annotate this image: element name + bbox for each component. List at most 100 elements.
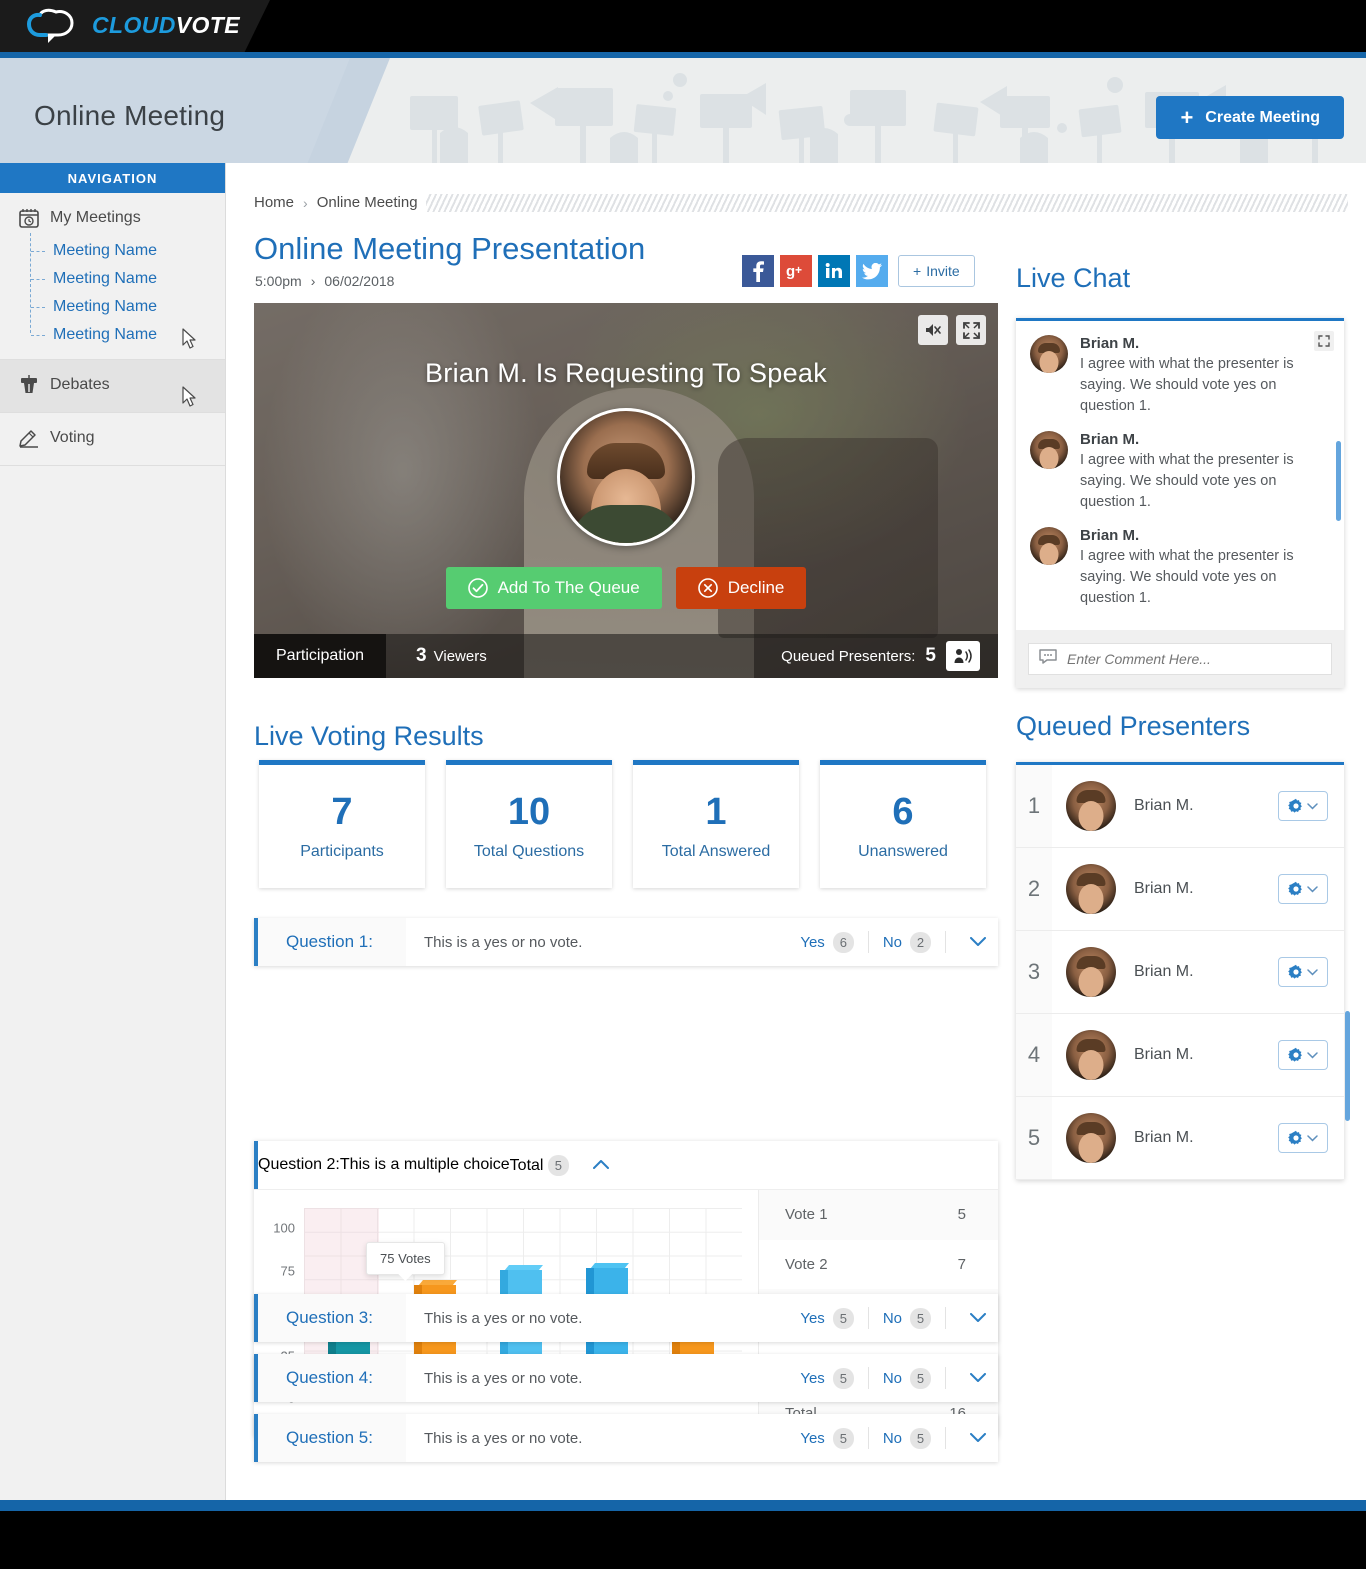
chart-tooltip-label: 75 Votes: [380, 1251, 431, 1266]
yes-label: Yes: [800, 1369, 825, 1387]
chat-message-list[interactable]: Brian M. I agree with what the presenter…: [1016, 321, 1344, 633]
avatar-face: [1039, 447, 1059, 470]
chevron-down-icon[interactable]: [958, 1313, 998, 1323]
meeting-date: 06/02/2018: [324, 273, 395, 289]
chat-message-body: Brian M. I agree with what the presenter…: [1080, 335, 1305, 417]
body-area: NAVIGATION My Meetings Meeting Name Meet…: [0, 163, 1366, 1500]
tree-dash-icon: [31, 278, 45, 280]
chat-author: Brian M.: [1080, 335, 1140, 352]
list-item[interactable]: 3 Brian M.: [1016, 931, 1344, 1014]
sidebar-header: NAVIGATION: [0, 163, 225, 193]
queue-position: 3: [1016, 931, 1052, 1013]
chart-tooltip: 75 Votes: [366, 1242, 445, 1281]
topbar-fill: [315, 0, 1366, 52]
chat-body: I agree with what the presenter is sayin…: [1080, 548, 1294, 607]
avatar: [1030, 335, 1068, 373]
brand-logo[interactable]: CLOUDVOTE: [26, 5, 240, 45]
question-counts: Yes 6 No 2: [800, 931, 958, 953]
sidebar-item-my-meetings[interactable]: My Meetings: [0, 201, 225, 235]
calendar-clock-icon: [18, 207, 40, 229]
breadcrumb-home[interactable]: Home: [254, 194, 294, 211]
footer-blue-bar: [0, 1500, 1366, 1511]
video-headline: Brian M. Is Requesting To Speak: [424, 358, 827, 388]
question-row-3[interactable]: Question 3: This is a yes or no vote. Ye…: [254, 1294, 998, 1342]
announce-icon[interactable]: [946, 641, 980, 671]
queue-position: 4: [1016, 1014, 1052, 1096]
svg-text:g: g: [786, 263, 795, 279]
decline-button[interactable]: Decline: [675, 567, 807, 609]
list-item[interactable]: 4 Brian M.: [1016, 1014, 1344, 1097]
fullscreen-icon[interactable]: [956, 315, 986, 345]
question-row-4[interactable]: Question 4: This is a yes or no vote. Ye…: [254, 1354, 998, 1402]
sidebar-section-my-meetings: My Meetings Meeting Name Meeting Name Me…: [0, 193, 225, 360]
expand-icon[interactable]: [1314, 331, 1334, 351]
question-text: This is a multiple choice: [339, 1156, 510, 1173]
question-row-2[interactable]: Question 2: This is a multiple choice To…: [254, 1141, 998, 1189]
presenter-actions-button[interactable]: [1278, 874, 1328, 904]
chevron-down-icon[interactable]: [958, 1373, 998, 1383]
table-row: Vote 2 7: [759, 1240, 998, 1290]
presenter-actions-button[interactable]: [1278, 957, 1328, 987]
chat-scrollbar[interactable]: [1336, 441, 1341, 521]
breadcrumb: Home › Online Meeting: [254, 194, 418, 211]
chat-input-wrapper[interactable]: [1028, 643, 1332, 675]
question-label: Question 4:: [258, 1354, 406, 1402]
list-item[interactable]: 1 Brian M.: [1016, 765, 1344, 848]
question-counts: Yes 5 No 5: [800, 1307, 958, 1329]
add-to-queue-button[interactable]: Add To The Queue: [445, 567, 662, 609]
facebook-icon[interactable]: [742, 255, 774, 287]
sidebar-subitem-meeting-2[interactable]: Meeting Name: [30, 265, 225, 293]
count-divider: [867, 931, 869, 953]
avatar: [1066, 1113, 1116, 1163]
yes-count: 6: [832, 931, 854, 953]
queued-presenters-count: 5: [925, 645, 936, 666]
chevron-up-icon[interactable]: [581, 1160, 621, 1170]
avatar: [1030, 527, 1068, 566]
sidebar-section-voting[interactable]: Voting: [0, 413, 225, 466]
no-label: No: [882, 1369, 902, 1387]
gear-icon: [1288, 964, 1302, 979]
sidebar-section-debates[interactable]: Debates: [0, 360, 225, 413]
video-player[interactable]: Brian M. Is Requesting To Speak Add To T…: [254, 303, 998, 678]
presenter-actions-button[interactable]: [1278, 791, 1328, 821]
invite-button[interactable]: + Invite: [898, 255, 975, 287]
question-label: Question 3:: [258, 1294, 406, 1342]
gear-icon: [1288, 881, 1302, 896]
breadcrumb-separator-icon: ›: [303, 194, 308, 211]
presenter-actions-button[interactable]: [1278, 1040, 1328, 1070]
meeting-subtitle: 5:00pm › 06/02/2018: [255, 273, 394, 289]
no-count: 5: [910, 1427, 931, 1449]
chat-input[interactable]: [1067, 651, 1321, 667]
live-voting-title: Live Voting Results: [254, 721, 484, 751]
brand-vote-text: VOTE: [175, 11, 241, 38]
google-plus-icon[interactable]: g +: [780, 255, 812, 287]
linkedin-icon[interactable]: [818, 255, 850, 287]
stat-label: Total Questions: [473, 842, 585, 860]
live-chat-title: Live Chat: [1016, 263, 1131, 293]
stat-label: Total Answered: [661, 842, 771, 860]
twitter-icon[interactable]: [856, 255, 888, 287]
viewers-status: 3 Viewers: [416, 645, 487, 667]
chevron-down-icon[interactable]: [958, 937, 998, 947]
breadcrumb-hatch-decoration: [426, 194, 1348, 212]
list-item[interactable]: 2 Brian M.: [1016, 848, 1344, 931]
question-row-1[interactable]: Question 1: This is a yes or no vote. Ye…: [254, 918, 998, 966]
list-item[interactable]: 5 Brian M.: [1016, 1097, 1344, 1180]
chevron-down-icon[interactable]: [958, 1433, 998, 1443]
presenter-actions-button[interactable]: [1278, 1123, 1328, 1153]
sidebar-item-label: Voting: [50, 429, 95, 446]
create-meeting-label: Create Meeting: [1205, 108, 1320, 126]
count-divider: [867, 1367, 869, 1389]
queued-presenters-scrollbar[interactable]: [1345, 1011, 1350, 1121]
avatar: [1066, 1030, 1116, 1080]
chat-message-body: Brian M. I agree with what the presenter…: [1080, 527, 1305, 609]
question-row-5[interactable]: Question 5: This is a yes or no vote. Ye…: [254, 1414, 998, 1462]
sidebar-subitem-meeting-1[interactable]: Meeting Name: [30, 237, 225, 265]
mute-icon[interactable]: [918, 315, 948, 345]
sidebar-subitem-meeting-3[interactable]: Meeting Name: [30, 293, 225, 321]
social-share-row: g + + Invite: [742, 255, 975, 287]
stat-value: 7: [331, 790, 353, 833]
video-action-buttons: Add To The Queue Decline: [254, 567, 998, 609]
create-meeting-button[interactable]: + Create Meeting: [1156, 96, 1344, 139]
sidebar-item-voting[interactable]: Voting: [0, 421, 225, 455]
